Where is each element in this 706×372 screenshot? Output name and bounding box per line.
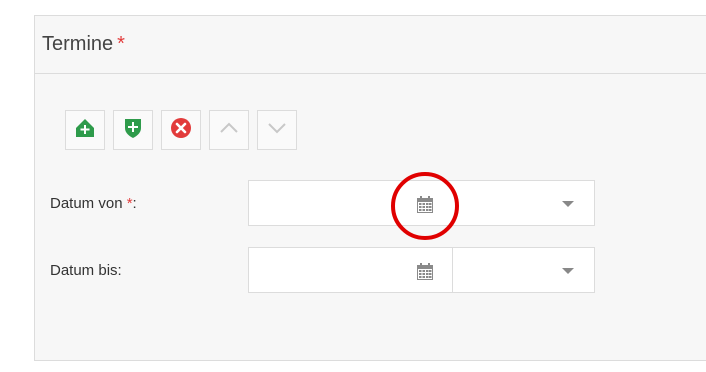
datum-von-row: Datum von *: xyxy=(50,180,595,226)
delete-button[interactable] xyxy=(161,110,201,150)
label-text: Datum von xyxy=(50,194,127,212)
move-down-button[interactable] xyxy=(257,110,297,150)
datum-bis-time-select[interactable] xyxy=(453,247,595,293)
add-below-button[interactable] xyxy=(113,110,153,150)
chevron-up-icon xyxy=(217,116,241,145)
datum-von-label: Datum von *: xyxy=(50,195,248,212)
panel-title: Termine xyxy=(42,33,114,55)
add-circle-icon xyxy=(74,117,96,144)
datum-bis-label: Datum bis: xyxy=(50,261,122,279)
toolbar xyxy=(65,110,297,150)
move-up-button[interactable] xyxy=(209,110,249,150)
panel-header: Termine * xyxy=(35,16,706,74)
datum-bis-row: Datum bis: xyxy=(50,247,595,293)
chevron-down-icon xyxy=(265,116,289,145)
datum-bis-field xyxy=(248,247,595,293)
label-colon: : xyxy=(132,194,137,212)
calendar-icon[interactable] xyxy=(415,262,435,287)
shield-add-icon xyxy=(122,117,144,144)
highlight-ring xyxy=(391,172,459,240)
required-indicator: * xyxy=(117,33,125,55)
datum-bis-date-input[interactable] xyxy=(248,247,453,293)
delete-circle-icon xyxy=(170,117,192,144)
add-button[interactable] xyxy=(65,110,105,150)
chevron-down-icon[interactable] xyxy=(562,268,574,274)
chevron-down-icon[interactable] xyxy=(562,201,574,207)
